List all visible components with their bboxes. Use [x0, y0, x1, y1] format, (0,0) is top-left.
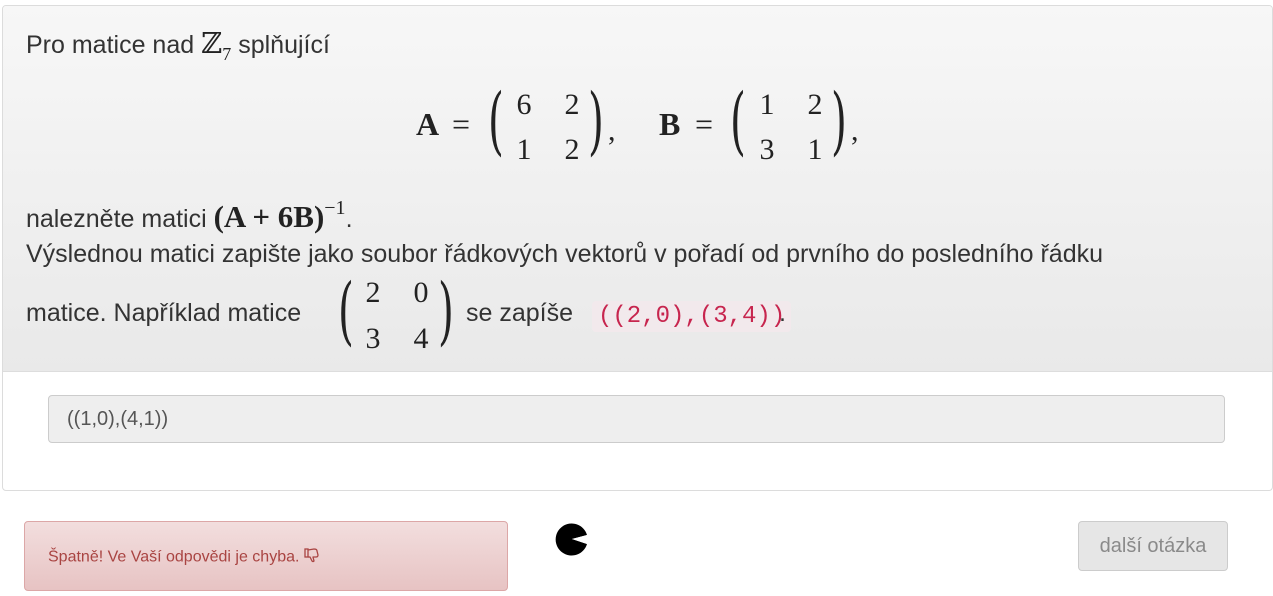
comma-b: , [851, 114, 859, 147]
matrix-a-cell: 2 [564, 88, 580, 121]
matrix-b-cell: 1 [759, 88, 775, 121]
matrix-b-cell: 1 [807, 133, 823, 166]
task-exponent: −1 [324, 196, 346, 219]
task-period: . [345, 205, 353, 233]
error-alert: Špatně! Ve Vaší odpovědi je chyba. [24, 521, 508, 591]
matrix-b-cell: 3 [759, 133, 775, 166]
instruction-end: . [779, 299, 786, 327]
intro-prefix: Pro matice nad [26, 31, 195, 59]
intro-suffix: splňující [238, 31, 330, 59]
task-line: nalezněte matici (A + 6B)−1. [26, 196, 353, 235]
matrix-a-name: A [416, 106, 440, 142]
answer-input[interactable]: ((1,0),(4,1)) [48, 395, 1225, 443]
instruction-prefix: matice. Například matice [26, 299, 302, 327]
left-paren-a: ( [488, 78, 504, 164]
right-paren-b: ) [831, 78, 847, 164]
matrix-a-cell: 2 [564, 133, 580, 166]
right-paren-a: ) [588, 78, 604, 164]
error-message: Špatně! Ve Vaší odpovědi je chyba. [48, 548, 300, 566]
loading-spinner-icon [555, 522, 589, 556]
matrix-a-cell: 1 [516, 133, 532, 166]
instruction-middle: se zapíše [466, 299, 574, 327]
equals-sign-b: = [695, 106, 714, 142]
example-cell: 2 [365, 276, 381, 309]
example-cell: 4 [413, 322, 429, 355]
answer-value: ((1,0),(4,1)) [67, 408, 169, 430]
intro-line: Pro matice nad ℤ7 splňující [26, 26, 330, 65]
example-cell: 3 [365, 322, 381, 355]
instruction-line-1: Výslednou matici zapište jako soubor řád… [26, 240, 1104, 268]
thumbs-down-icon [304, 547, 320, 568]
field-letter: ℤ [201, 28, 223, 60]
next-question-button[interactable]: další otázka [1078, 521, 1228, 571]
field-symbol: ℤ7 [201, 28, 231, 64]
matrix-a-cell: 6 [516, 88, 532, 121]
task-expression: (A + 6B) [213, 199, 325, 234]
example-cell: 0 [413, 276, 429, 309]
field-subscript: 7 [222, 43, 232, 64]
error-message-line: Špatně! Ve Vaší odpovědi je chyba. [48, 547, 320, 568]
example-code: ((2,0),(3,4)) [592, 301, 792, 332]
comma-a: , [608, 114, 616, 147]
example-left-paren: ( [338, 268, 354, 354]
example-right-paren: ) [438, 268, 454, 354]
task-prefix: nalezněte matici [26, 205, 207, 233]
question-panel: Pro matice nad ℤ7 splňující A = ( 6 2 1 … [3, 6, 1272, 372]
matrix-b-cell: 2 [807, 88, 823, 121]
left-paren-b: ( [730, 78, 746, 164]
matrix-b-name: B [659, 106, 681, 142]
question-card: Pro matice nad ℤ7 splňující A = ( 6 2 1 … [2, 5, 1273, 491]
equals-sign-a: = [452, 106, 471, 142]
